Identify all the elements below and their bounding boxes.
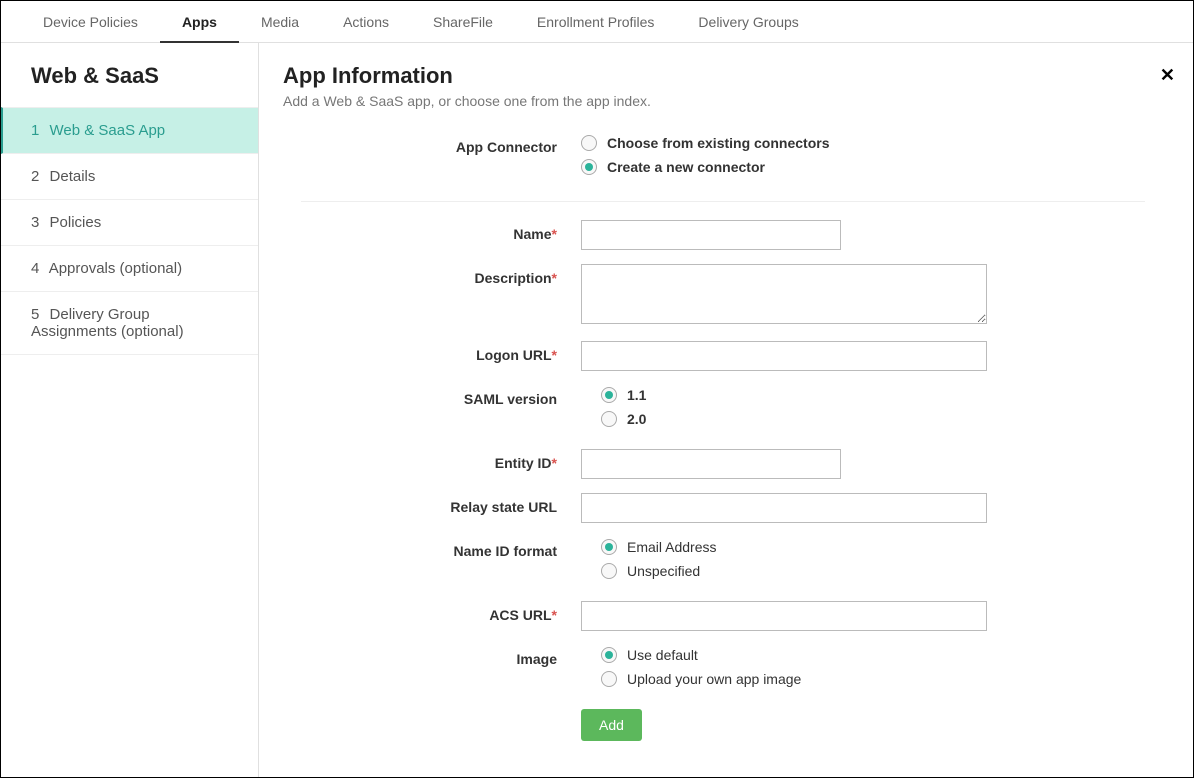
logon-url-input[interactable] xyxy=(581,341,987,371)
radio-label: Use default xyxy=(627,647,698,663)
spacer xyxy=(301,709,581,715)
step-details[interactable]: 2 Details xyxy=(1,154,258,200)
radio-choose-existing[interactable]: Choose from existing connectors xyxy=(581,135,1145,151)
page-subtitle: Add a Web & SaaS app, or choose one from… xyxy=(283,93,1163,109)
radio-icon xyxy=(581,159,597,175)
tab-media[interactable]: Media xyxy=(239,1,321,43)
label-name: Name* xyxy=(301,220,581,242)
step-num: 5 xyxy=(31,306,39,323)
step-num: 4 xyxy=(31,260,39,277)
radio-icon xyxy=(601,671,617,687)
step-num: 1 xyxy=(31,122,39,139)
label-logon-url: Logon URL* xyxy=(301,341,581,363)
label-image: Image xyxy=(301,645,581,667)
step-approvals[interactable]: 4 Approvals (optional) xyxy=(1,246,258,292)
tab-enrollment-profiles[interactable]: Enrollment Profiles xyxy=(515,1,677,43)
radio-label: 1.1 xyxy=(627,387,646,403)
radio-label: Upload your own app image xyxy=(627,671,801,687)
radio-saml-11[interactable]: 1.1 xyxy=(601,387,1145,403)
radio-icon xyxy=(601,647,617,663)
row-app-connector: App Connector Choose from existing conne… xyxy=(301,133,1145,183)
saml-version-options: 1.1 2.0 xyxy=(581,385,1145,435)
radio-upload-image[interactable]: Upload your own app image xyxy=(601,671,1145,687)
radio-label: 2.0 xyxy=(627,411,646,427)
step-num: 2 xyxy=(31,168,39,185)
row-relay-state-url: Relay state URL xyxy=(301,493,1145,523)
top-nav: Device Policies Apps Media Actions Share… xyxy=(1,1,1193,43)
tab-sharefile[interactable]: ShareFile xyxy=(411,1,515,43)
step-label: Web & SaaS App xyxy=(50,122,166,139)
acs-url-input[interactable] xyxy=(581,601,987,631)
row-logon-url: Logon URL* xyxy=(301,341,1145,371)
row-acs-url: ACS URL* xyxy=(301,601,1145,631)
description-input[interactable] xyxy=(581,264,987,324)
row-name-id-format: Name ID format Email Address Unspecified xyxy=(301,537,1145,587)
row-image: Image Use default Upload your own app im… xyxy=(301,645,1145,695)
add-button[interactable]: Add xyxy=(581,709,642,741)
main-container: Web & SaaS 1 Web & SaaS App 2 Details 3 … xyxy=(1,43,1193,777)
radio-create-new[interactable]: Create a new connector xyxy=(581,159,1145,175)
close-icon[interactable]: ✕ xyxy=(1160,65,1175,86)
row-name: Name* xyxy=(301,220,1145,250)
tab-actions[interactable]: Actions xyxy=(321,1,411,43)
radio-icon xyxy=(601,387,617,403)
label-relay-state-url: Relay state URL xyxy=(301,493,581,515)
divider xyxy=(301,201,1145,202)
name-id-format-options: Email Address Unspecified xyxy=(581,537,1145,587)
radio-label: Email Address xyxy=(627,539,716,555)
sidebar-title: Web & SaaS xyxy=(1,63,258,107)
step-label: Details xyxy=(50,168,96,185)
content: ✕ App Information Add a Web & SaaS app, … xyxy=(259,43,1193,777)
radio-label: Choose from existing connectors xyxy=(607,135,829,151)
step-num: 3 xyxy=(31,214,39,231)
step-label: Approvals (optional) xyxy=(49,260,182,277)
label-saml-version: SAML version xyxy=(301,385,581,407)
form-area: App Connector Choose from existing conne… xyxy=(283,133,1163,741)
row-description: Description* xyxy=(301,264,1145,327)
row-entity-id: Entity ID* xyxy=(301,449,1145,479)
step-label: Policies xyxy=(50,214,102,231)
row-saml-version: SAML version 1.1 2.0 xyxy=(301,385,1145,435)
step-label: Delivery Group Assignments (optional) xyxy=(31,306,184,340)
image-options: Use default Upload your own app image xyxy=(581,645,1145,695)
radio-icon xyxy=(601,411,617,427)
tab-apps[interactable]: Apps xyxy=(160,1,239,43)
name-input[interactable] xyxy=(581,220,841,250)
tab-device-policies[interactable]: Device Policies xyxy=(21,1,160,43)
label-description: Description* xyxy=(301,264,581,286)
radio-use-default[interactable]: Use default xyxy=(601,647,1145,663)
label-app-connector: App Connector xyxy=(301,133,581,155)
radio-label: Unspecified xyxy=(627,563,700,579)
sidebar: Web & SaaS 1 Web & SaaS App 2 Details 3 … xyxy=(1,43,259,777)
entity-id-input[interactable] xyxy=(581,449,841,479)
row-add-button: Add xyxy=(301,709,1145,741)
label-acs-url: ACS URL* xyxy=(301,601,581,623)
page-title: App Information xyxy=(283,63,1163,89)
radio-icon xyxy=(601,563,617,579)
step-policies[interactable]: 3 Policies xyxy=(1,200,258,246)
radio-icon xyxy=(601,539,617,555)
radio-saml-20[interactable]: 2.0 xyxy=(601,411,1145,427)
step-delivery-group-assignments[interactable]: 5 Delivery Group Assignments (optional) xyxy=(1,292,258,355)
label-entity-id: Entity ID* xyxy=(301,449,581,471)
radio-icon xyxy=(581,135,597,151)
relay-state-url-input[interactable] xyxy=(581,493,987,523)
radio-email-address[interactable]: Email Address xyxy=(601,539,1145,555)
step-web-saas-app[interactable]: 1 Web & SaaS App xyxy=(1,107,258,154)
radio-label: Create a new connector xyxy=(607,159,765,175)
label-name-id-format: Name ID format xyxy=(301,537,581,559)
tab-delivery-groups[interactable]: Delivery Groups xyxy=(676,1,820,43)
app-connector-options: Choose from existing connectors Create a… xyxy=(581,133,1145,183)
radio-unspecified[interactable]: Unspecified xyxy=(601,563,1145,579)
